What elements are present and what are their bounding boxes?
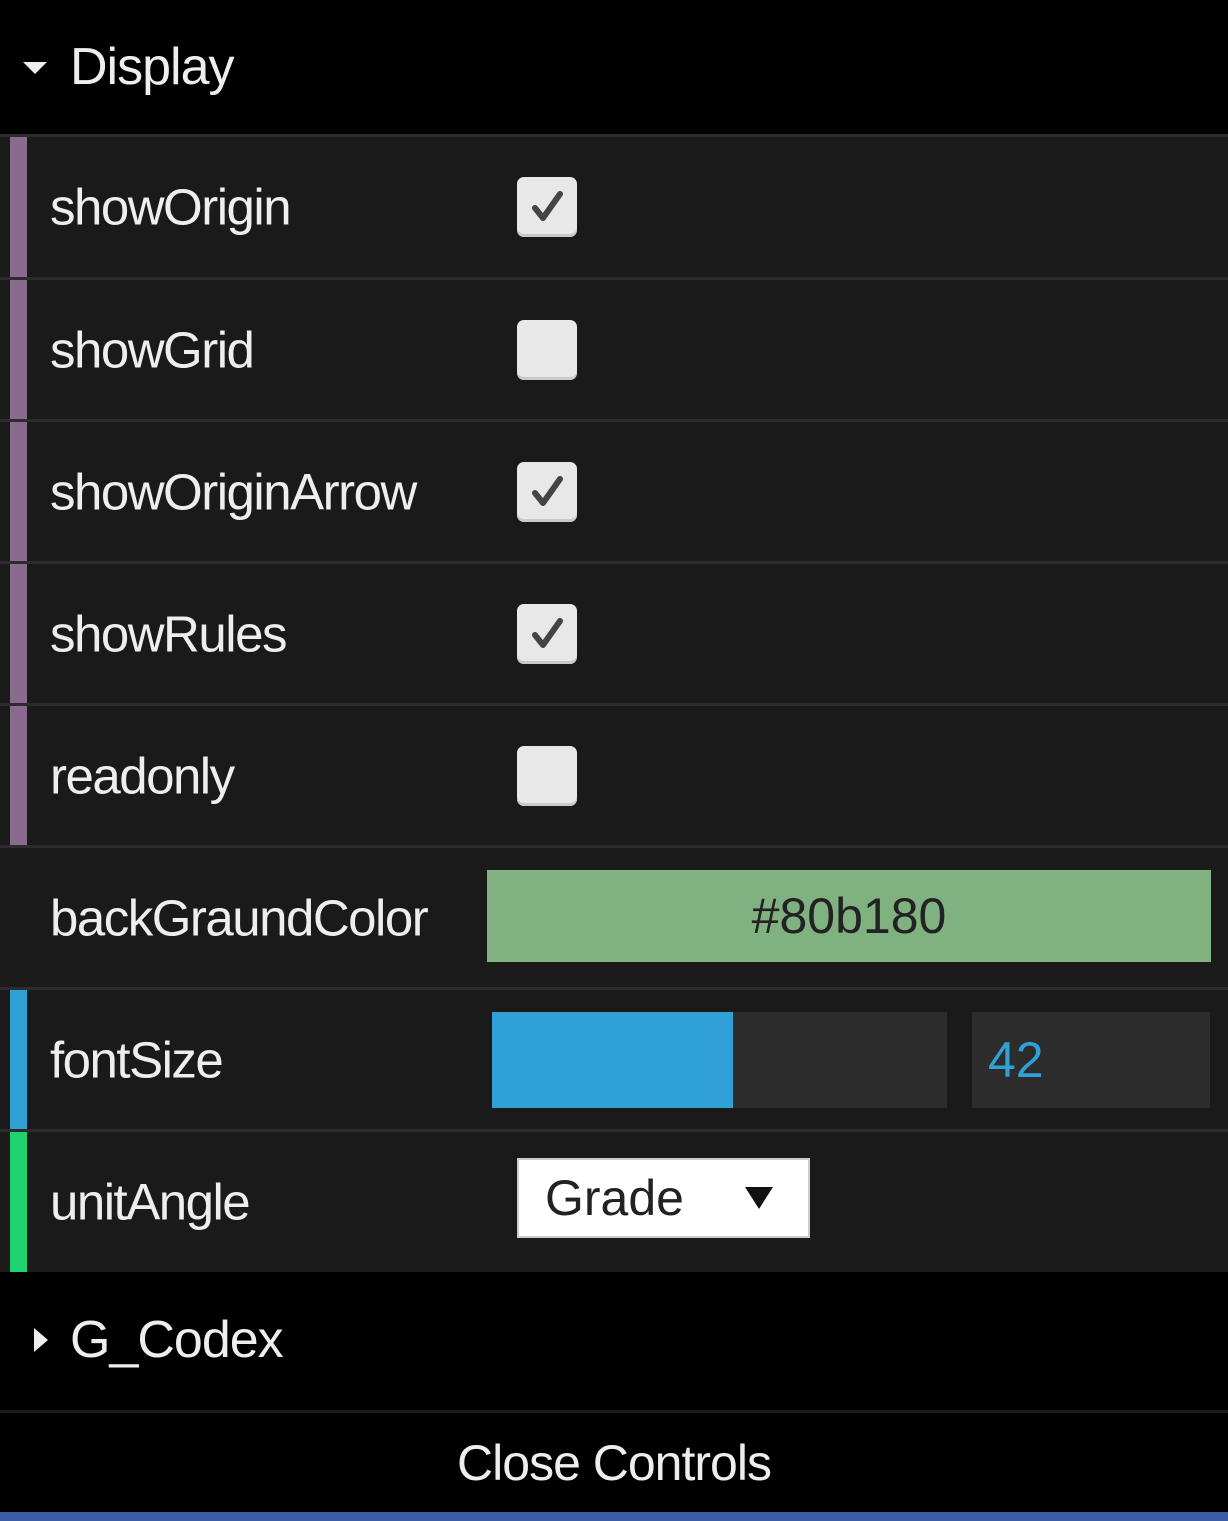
boolean-stripe — [10, 564, 27, 703]
checkbox-showOrigin[interactable] — [517, 177, 577, 237]
folder-codex-title: G_Codex — [70, 1311, 284, 1369]
control-row-showOriginArrow: showOriginArrow — [0, 419, 1228, 561]
triangle-down-icon — [23, 62, 47, 74]
checkbox-showRules[interactable] — [517, 603, 577, 664]
folder-display-header[interactable]: Display — [0, 0, 1228, 134]
control-label-readonly: readonly — [50, 747, 235, 804]
checkbox-showGrid[interactable] — [517, 319, 577, 380]
control-label-showRules: showRules — [50, 605, 287, 662]
option-stripe — [10, 1132, 27, 1272]
select-unitAngle[interactable]: Grade — [517, 1158, 810, 1238]
control-label-showOrigin: showOrigin — [50, 178, 292, 236]
triangle-right-icon — [34, 1328, 48, 1352]
number-input-fontSize[interactable]: 42 — [972, 1012, 1210, 1108]
checkmark-icon — [532, 475, 563, 506]
color-stripe — [10, 848, 27, 987]
number-stripe — [10, 990, 27, 1129]
control-label-showGrid: showGrid — [50, 321, 255, 378]
slider-fontSize[interactable] — [492, 1012, 947, 1108]
checkmark-icon — [532, 191, 563, 221]
bottom-edge — [0, 1512, 1228, 1521]
checkbox-readonly[interactable] — [517, 745, 577, 806]
color-value-text: #80b180 — [751, 888, 947, 944]
select-value-text: Grade — [545, 1170, 684, 1226]
folder-display-title: Display — [70, 38, 234, 96]
boolean-stripe — [10, 706, 27, 845]
control-row-showGrid: showGrid — [0, 277, 1228, 419]
control-row-showOrigin: showOrigin — [0, 134, 1228, 277]
close-controls-button[interactable]: Close Controls — [0, 1410, 1228, 1512]
checkbox-showOriginArrow[interactable] — [517, 461, 577, 522]
control-row-readonly: readonly — [0, 703, 1228, 845]
control-row-backGraundColor: backGraundColor #80b180 — [0, 845, 1228, 987]
folder-codex-header[interactable]: G_Codex — [0, 1272, 1228, 1408]
gui-panel: Display showOrigin showGrid showOriginAr… — [0, 0, 1228, 1521]
boolean-stripe — [10, 280, 27, 419]
color-input-backGraundColor[interactable]: #80b180 — [487, 870, 1211, 962]
checkmark-icon — [532, 617, 563, 648]
boolean-stripe — [10, 137, 27, 277]
control-label-fontSize: fontSize — [50, 1031, 224, 1088]
control-row-showRules: showRules — [0, 561, 1228, 703]
control-label-showOriginArrow: showOriginArrow — [50, 463, 417, 520]
control-row-unitAngle: unitAngle Grade — [0, 1129, 1228, 1272]
boolean-stripe — [10, 422, 27, 561]
triangle-down-icon — [745, 1187, 773, 1209]
control-label-backGraundColor: backGraundColor — [50, 889, 429, 946]
control-row-fontSize: fontSize 42 — [0, 987, 1228, 1129]
control-label-unitAngle: unitAngle — [50, 1173, 251, 1231]
slider-fill — [492, 1012, 734, 1108]
